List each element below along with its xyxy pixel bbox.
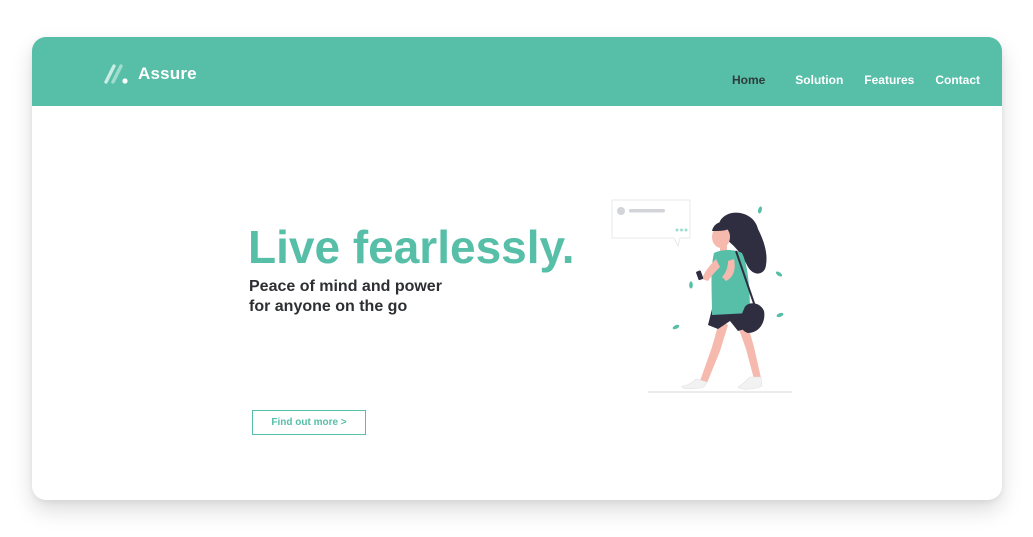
brand-logo[interactable]: Assure	[104, 63, 197, 85]
chat-bubble-icon	[611, 199, 691, 248]
landing-page-card: Assure Home Solution Features Contact Li…	[32, 37, 1002, 500]
find-out-more-button[interactable]: Find out more >	[252, 410, 366, 435]
woman-walking-with-phone-illustration	[611, 199, 792, 393]
slash-dot-logo-icon	[104, 64, 128, 84]
nav-item-home[interactable]: Home	[732, 73, 765, 87]
nav-item-features[interactable]: Features	[864, 73, 914, 87]
main-nav: Home Solution Features Contact	[711, 73, 980, 87]
hero-subtitle: Peace of mind and power for anyone on th…	[249, 277, 442, 317]
hero-subtitle-line1: Peace of mind and power	[249, 278, 442, 295]
brand-name: Assure	[138, 64, 197, 83]
nav-item-contact[interactable]: Contact	[935, 73, 980, 87]
nav-item-solution[interactable]: Solution	[795, 73, 843, 87]
hero-title: Live fearlessly.	[248, 221, 575, 273]
top-navigation-bar: Assure Home Solution Features Contact	[32, 37, 1002, 106]
hero-subtitle-line2: for anyone on the go	[249, 298, 408, 315]
